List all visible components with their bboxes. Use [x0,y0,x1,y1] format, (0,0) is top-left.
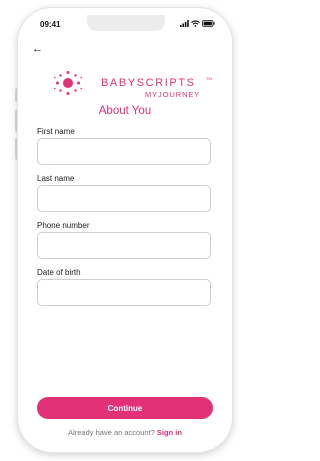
last-name-field[interactable] [37,185,211,212]
first-name-field[interactable] [37,138,211,165]
battery-icon [202,20,215,27]
last-name-label: Last name [37,174,75,183]
first-name-label: First name [37,127,75,136]
phone-number-field[interactable] [37,232,211,259]
signin-prompt: Already have an account? [68,428,155,437]
sunburst-logo-icon [54,71,82,95]
continue-button[interactable]: Continue [37,397,213,419]
wifi-icon [191,20,200,27]
babyscripts-logo: BABYSCRIPTS TM MYJOURNEY [54,68,214,104]
phone-frame: 09:41 ← BABYSCRIPTS TM MYJOURNEY About Y… [18,8,232,452]
status-time: 09:41 [40,20,61,29]
brand-subname: MYJOURNEY [145,90,201,99]
brand-name: BABYSCRIPTS [101,77,196,89]
signin-link[interactable]: Sign in [157,428,182,437]
back-arrow-icon[interactable]: ← [32,43,43,55]
brand-trademark: TM [206,76,212,81]
phone-notch [87,15,165,31]
phone-number-label: Phone number [37,221,90,230]
signin-row: Already have an account? Sign in [18,428,232,437]
date-of-birth-field[interactable] [37,279,211,306]
signal-icon [180,20,189,27]
page-title: About You [98,105,152,117]
date-of-birth-label: Date of birth [37,268,81,277]
status-icons [180,20,215,27]
